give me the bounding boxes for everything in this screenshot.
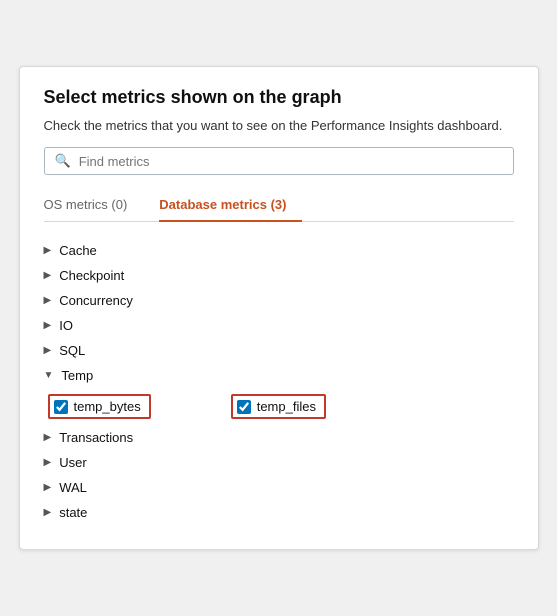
select-metrics-panel: Select metrics shown on the graph Check … — [19, 66, 539, 550]
expand-arrow-sql: ▶ — [44, 345, 52, 356]
metric-item-checkpoint[interactable]: ▶ Checkpoint — [44, 263, 514, 288]
metric-item-io[interactable]: ▶ IO — [44, 313, 514, 338]
metrics-list: ▶ Cache ▶ Checkpoint ▶ Concurrency ▶ IO … — [44, 238, 514, 525]
expand-arrow-cache: ▶ — [44, 245, 52, 256]
search-icon: 🔍 — [55, 153, 71, 169]
metric-item-concurrency[interactable]: ▶ Concurrency — [44, 288, 514, 313]
metric-item-wal[interactable]: ▶ WAL — [44, 475, 514, 500]
tab-database[interactable]: Database metrics (3) — [159, 189, 302, 222]
checkbox-item-temp-bytes: temp_bytes — [48, 394, 151, 419]
checkbox-temp-bytes[interactable] — [54, 400, 68, 414]
panel-title: Select metrics shown on the graph — [44, 87, 514, 108]
search-input[interactable] — [79, 154, 503, 169]
metric-item-sql[interactable]: ▶ SQL — [44, 338, 514, 363]
metric-item-state[interactable]: ▶ state — [44, 500, 514, 525]
expand-arrow-wal: ▶ — [44, 482, 52, 493]
expand-arrow-concurrency: ▶ — [44, 295, 52, 306]
tabs-container: OS metrics (0) Database metrics (3) — [44, 189, 514, 222]
metric-item-temp[interactable]: ▼ Temp — [44, 363, 514, 388]
checkbox-item-temp-files: temp_files — [231, 394, 326, 419]
temp-children-row: temp_bytes temp_files — [44, 388, 514, 425]
metric-item-cache[interactable]: ▶ Cache — [44, 238, 514, 263]
expand-arrow-state: ▶ — [44, 507, 52, 518]
tab-os[interactable]: OS metrics (0) — [44, 189, 144, 222]
expand-arrow-temp: ▼ — [44, 370, 54, 381]
expand-arrow-user: ▶ — [44, 457, 52, 468]
checkbox-row: temp_bytes temp_files — [48, 388, 514, 425]
expand-arrow-io: ▶ — [44, 320, 52, 331]
search-bar: 🔍 — [44, 147, 514, 175]
expand-arrow-checkpoint: ▶ — [44, 270, 52, 281]
checkbox-temp-files[interactable] — [237, 400, 251, 414]
metric-item-transactions[interactable]: ▶ Transactions — [44, 425, 514, 450]
expand-arrow-transactions: ▶ — [44, 432, 52, 443]
panel-subtitle: Check the metrics that you want to see o… — [44, 118, 514, 133]
metric-item-user[interactable]: ▶ User — [44, 450, 514, 475]
